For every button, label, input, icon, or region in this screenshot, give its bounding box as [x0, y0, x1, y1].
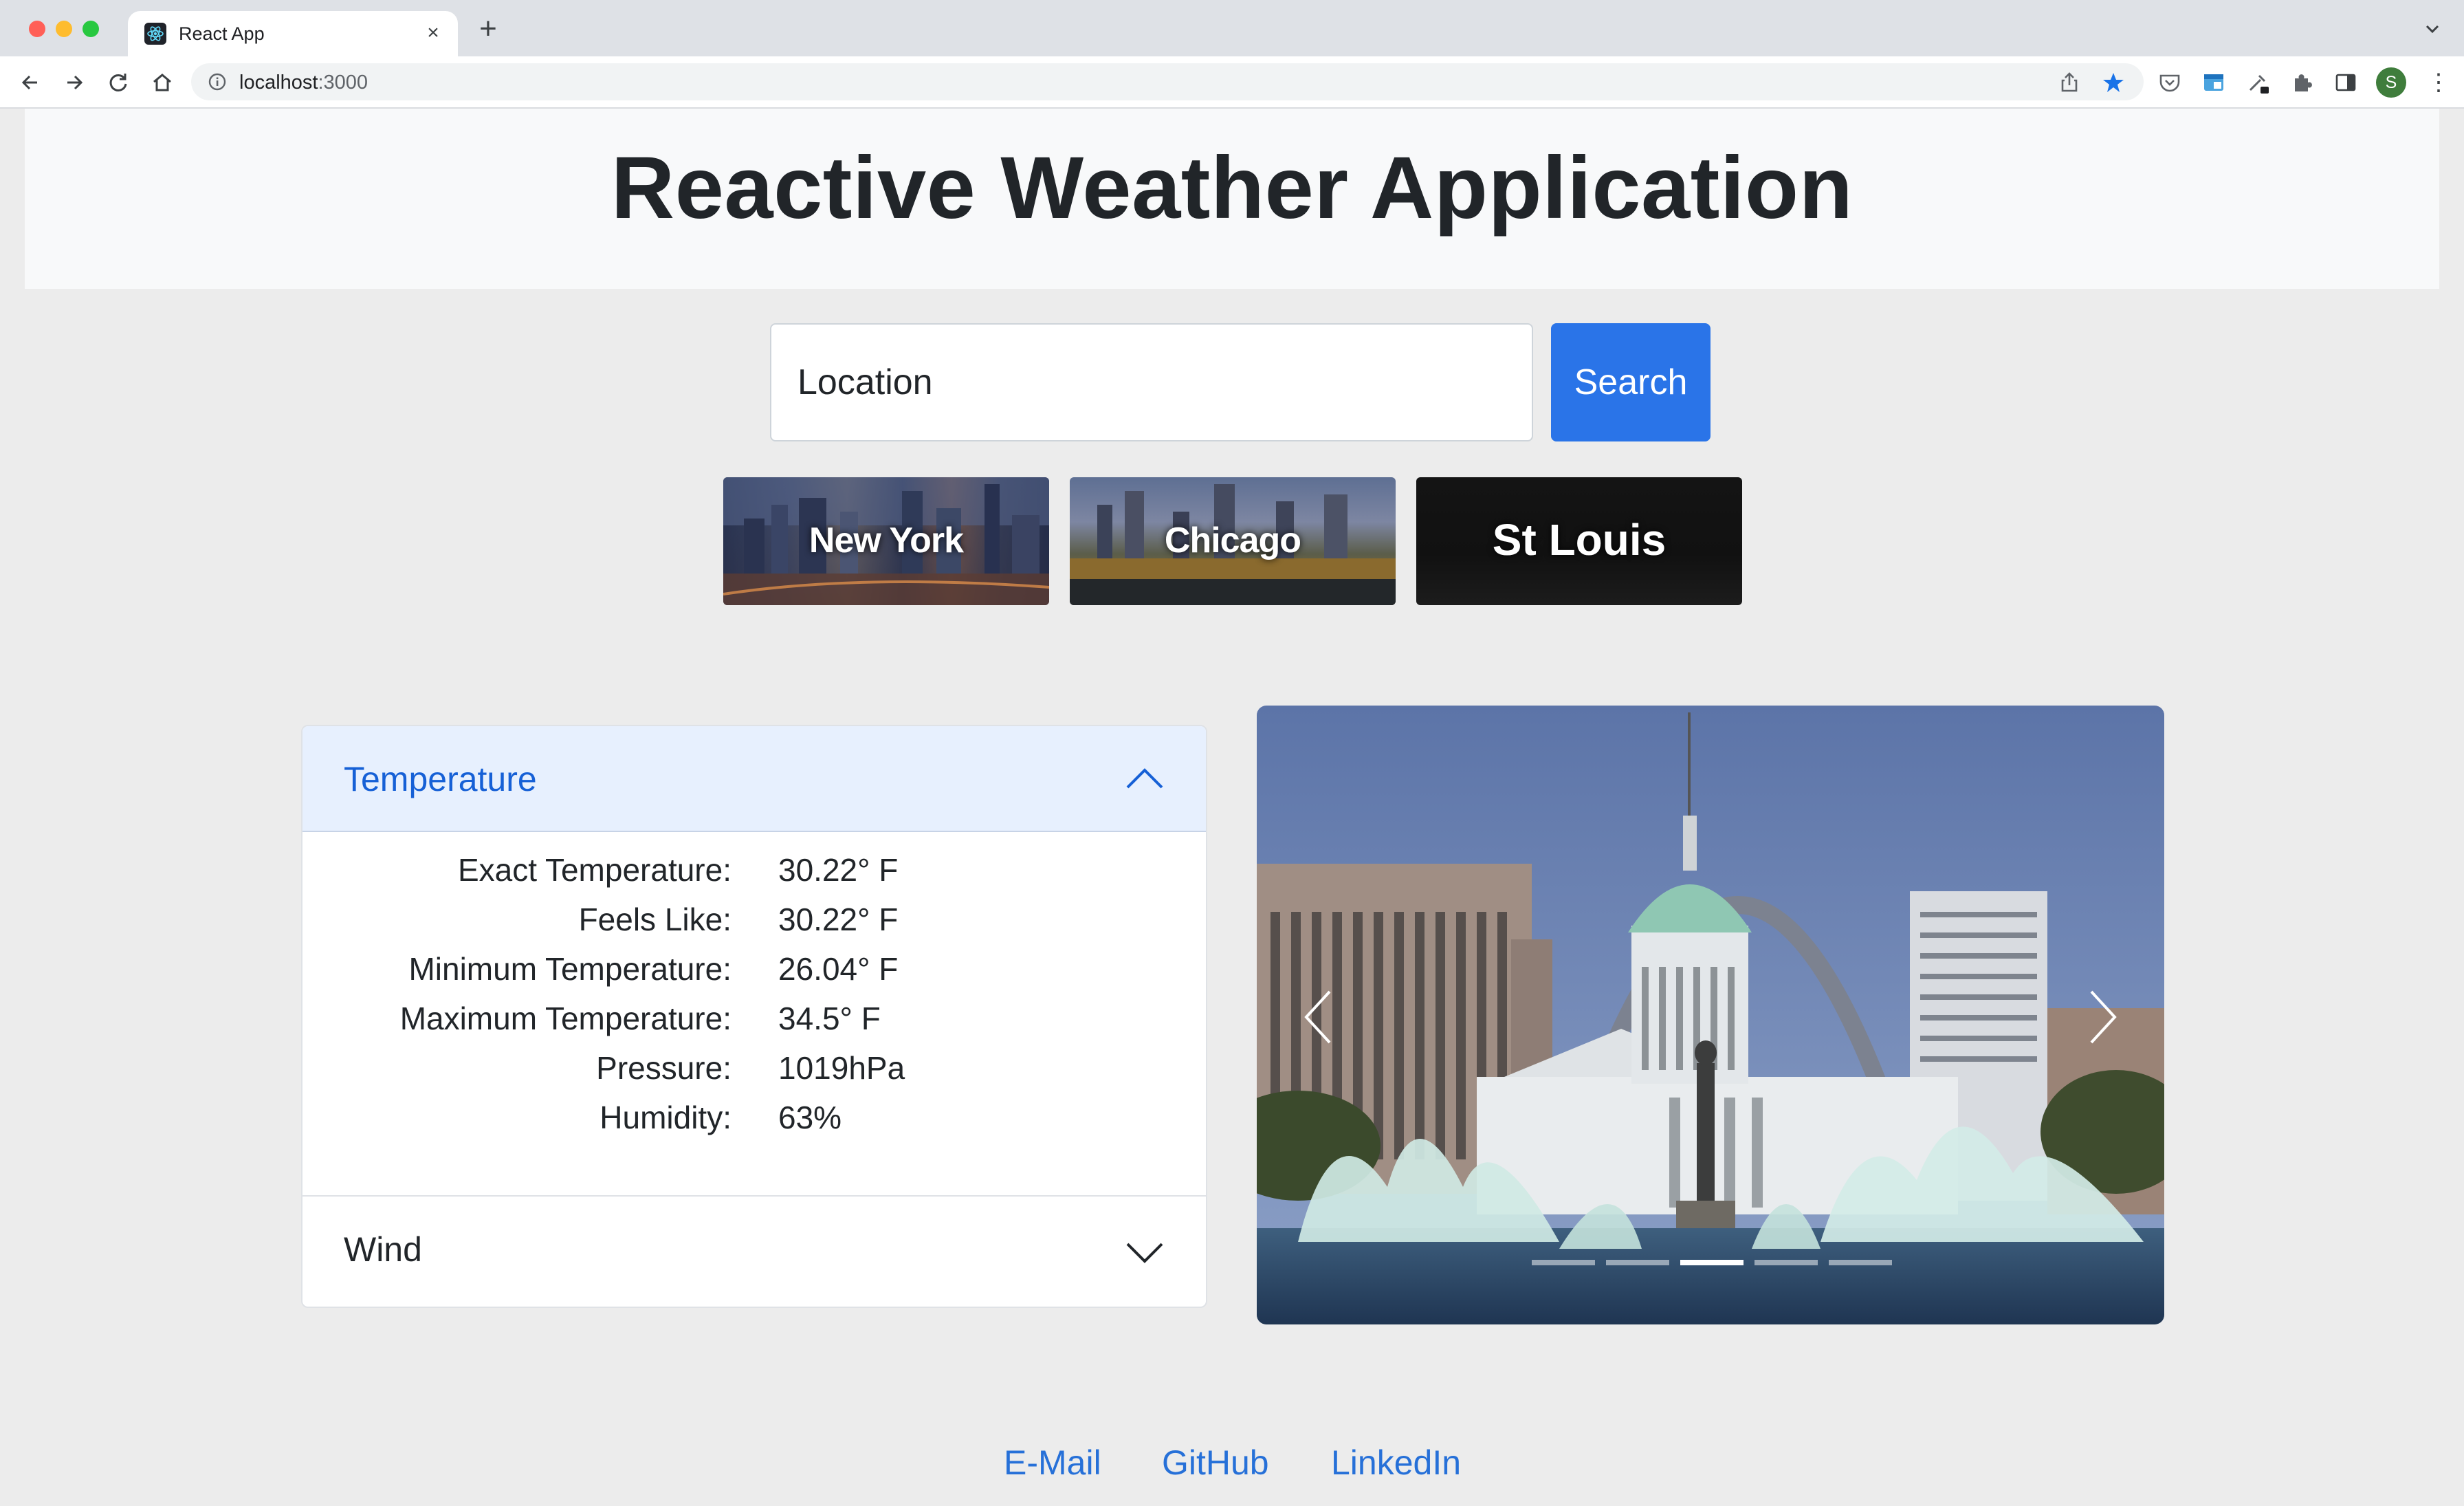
tab-close-icon[interactable]: ×	[421, 21, 446, 45]
page: Reactive Weather Application Location Se…	[0, 109, 2464, 1506]
temperature-details: Exact Temperature: 30.22° F Feels Like: …	[302, 832, 1206, 1195]
detail-row-maximum-temperature: Maximum Temperature: 34.5° F	[302, 1000, 1206, 1049]
chevron-up-icon	[1125, 766, 1165, 791]
accordion-header-wind[interactable]: Wind	[302, 1197, 1206, 1307]
url-port: :3000	[318, 72, 368, 94]
wind-title: Wind	[344, 1230, 422, 1269]
browser-tab-strip: React App × +	[0, 0, 2464, 56]
temperature-title: Temperature	[344, 760, 537, 798]
accordion-header-temperature[interactable]: Temperature	[302, 726, 1206, 832]
side-panel-icon[interactable]	[2333, 70, 2358, 95]
row-value: 1019hPa	[778, 1050, 905, 1086]
github-link[interactable]: GitHub	[1162, 1443, 1269, 1483]
detail-row-feels-like: Feels Like: 30.22° F	[302, 901, 1206, 950]
row-label: Pressure:	[596, 1050, 732, 1086]
carousel-indicator-2[interactable]	[1606, 1260, 1669, 1265]
browser-menu-icon[interactable]: ⋮	[2427, 69, 2450, 96]
browser-tab[interactable]: React App ×	[128, 11, 458, 56]
react-logo-icon	[144, 23, 166, 45]
detail-row-humidity: Humidity: 63%	[302, 1099, 1206, 1148]
carousel-indicator-1[interactable]	[1532, 1260, 1595, 1265]
row-label: Feels Like:	[578, 902, 732, 937]
carousel-next-icon[interactable]	[2082, 986, 2123, 1048]
page-title: Reactive Weather Application	[610, 139, 1854, 237]
row-label: Humidity:	[600, 1100, 732, 1135]
row-label: Maximum Temperature:	[399, 1001, 732, 1036]
weather-accordion: Temperature Exact Temperature: 30.22° F …	[301, 725, 1207, 1308]
new-tab-button[interactable]: +	[474, 14, 502, 44]
url-host: localhost	[239, 72, 318, 94]
window-zoom-button[interactable]	[82, 21, 99, 37]
chevron-down-icon	[1125, 1241, 1165, 1265]
extensions-puzzle-icon[interactable]	[2289, 70, 2314, 95]
carousel-prev-icon[interactable]	[1298, 986, 1339, 1048]
eyedropper-extension-icon[interactable]	[2245, 70, 2270, 95]
profile-avatar[interactable]: S	[2376, 67, 2406, 98]
site-info-icon[interactable]	[208, 72, 227, 91]
share-icon[interactable]	[2057, 70, 2082, 95]
window-close-button[interactable]	[29, 21, 45, 37]
row-label: Exact Temperature:	[457, 852, 732, 888]
row-value: 63%	[778, 1100, 842, 1135]
carousel-indicator-5[interactable]	[1829, 1260, 1892, 1265]
city-label-st-louis: St Louis	[1492, 515, 1666, 565]
detail-row-minimum-temperature: Minimum Temperature: 26.04° F	[302, 950, 1206, 1000]
city-button-new-york[interactable]: New York	[723, 477, 1049, 605]
city-image-carousel	[1257, 706, 2164, 1324]
row-value: 34.5° F	[778, 1001, 881, 1036]
city-label-new-york: New York	[808, 521, 964, 560]
bookmark-star-icon[interactable]	[2101, 70, 2126, 95]
carousel-indicator-4[interactable]	[1754, 1260, 1818, 1265]
carousel-indicator-3[interactable]	[1680, 1260, 1744, 1265]
search-button[interactable]: Search	[1551, 323, 1710, 441]
forward-arrow-icon[interactable]	[62, 70, 87, 95]
st-louis-courthouse-photo	[1257, 706, 2164, 1324]
back-arrow-icon[interactable]	[18, 70, 43, 95]
detail-row-exact-temperature: Exact Temperature: 30.22° F	[302, 851, 1206, 901]
location-search-input[interactable]: Location	[770, 323, 1533, 441]
row-value: 26.04° F	[778, 951, 899, 987]
reload-icon[interactable]	[106, 70, 131, 95]
browser-toolbar: localhost:3000 S ⋮	[0, 56, 2464, 109]
extension-window-icon[interactable]	[2201, 70, 2226, 95]
address-bar[interactable]: localhost:3000	[191, 63, 2144, 100]
pocket-icon[interactable]	[2157, 70, 2182, 95]
window-minimize-button[interactable]	[56, 21, 72, 37]
url-text: localhost:3000	[239, 72, 368, 94]
location-placeholder: Location	[798, 362, 933, 402]
city-button-st-louis[interactable]: St Louis	[1416, 477, 1742, 605]
tab-search-chevron-icon[interactable]	[2421, 18, 2443, 40]
home-icon[interactable]	[150, 70, 175, 95]
row-value: 30.22° F	[778, 902, 899, 937]
city-label-chicago: Chicago	[1164, 521, 1301, 560]
city-button-chicago[interactable]: Chicago	[1070, 477, 1396, 605]
linkedin-link[interactable]: LinkedIn	[1331, 1443, 1461, 1483]
app-header: Reactive Weather Application	[25, 109, 2439, 289]
row-label: Minimum Temperature:	[408, 951, 732, 987]
row-value: 30.22° F	[778, 852, 899, 888]
tab-title: React App	[179, 23, 265, 44]
detail-row-pressure: Pressure: 1019hPa	[302, 1049, 1206, 1099]
email-link[interactable]: E-Mail	[1004, 1443, 1101, 1483]
